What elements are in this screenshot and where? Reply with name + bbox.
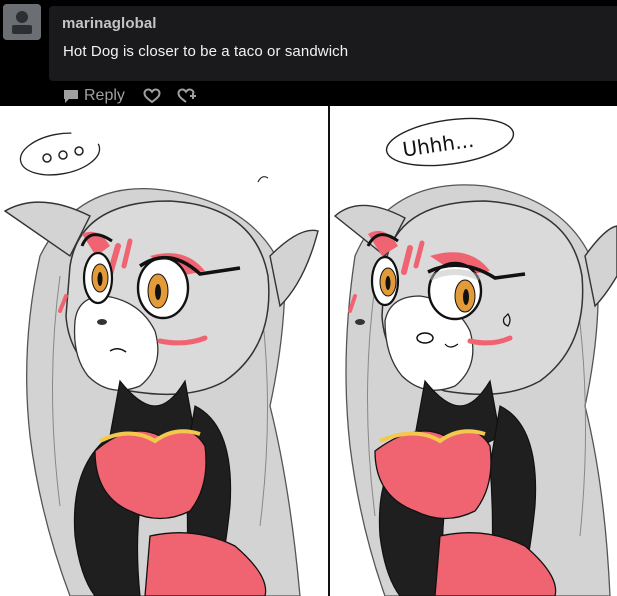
reply-label: Reply — [84, 87, 125, 104]
comment-actions: Reply — [63, 86, 197, 106]
character-illustration-right: Uhhh... — [333, 117, 617, 596]
screenshot: marinaglobal Hot Dog is closer to be a t… — [0, 0, 617, 596]
reply-button[interactable]: Reply — [63, 87, 125, 105]
heart-reblog-icon — [177, 88, 196, 103]
comic-panel-right: Uhhh... — [330, 106, 617, 596]
comment-text: Hot Dog is closer to be a taco or sandwi… — [63, 43, 349, 60]
heart-icon — [143, 88, 161, 104]
default-avatar-icon — [3, 4, 41, 40]
comic-panel-left — [0, 106, 328, 596]
thought-text: Uhhh... — [401, 128, 475, 162]
reblog-button[interactable] — [177, 88, 197, 104]
comment-username[interactable]: marinaglobal — [62, 15, 157, 32]
character-illustration-left — [3, 132, 319, 596]
comic-image: Uhhh... — [0, 106, 617, 596]
comment-section: marinaglobal Hot Dog is closer to be a t… — [0, 0, 617, 106]
avatar[interactable] — [3, 4, 41, 40]
speech-bubble-icon — [64, 90, 78, 103]
like-button[interactable] — [143, 88, 161, 104]
comment-bubble: marinaglobal Hot Dog is closer to be a t… — [49, 6, 617, 81]
